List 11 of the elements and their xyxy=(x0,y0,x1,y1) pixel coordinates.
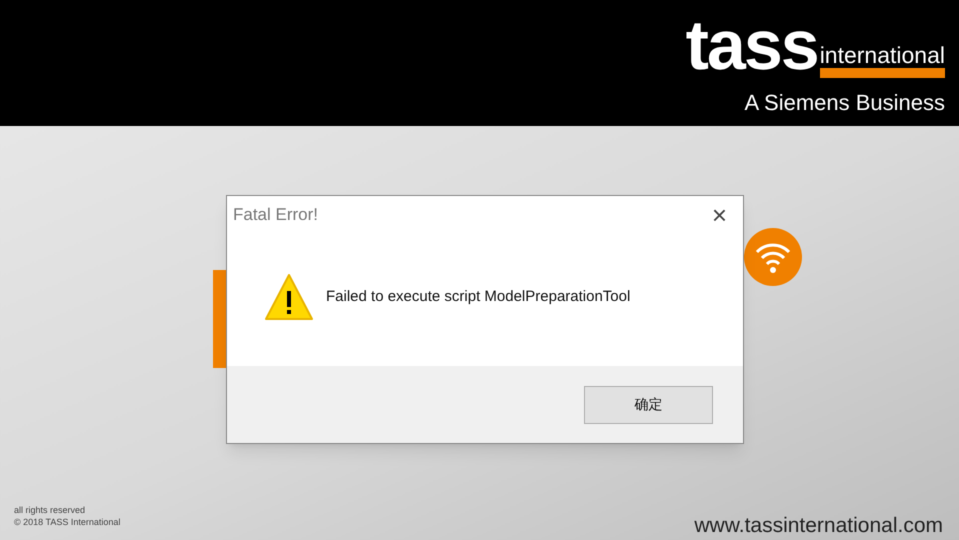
copyright-text: © 2018 TASS International xyxy=(14,516,120,528)
close-button[interactable]: × xyxy=(712,202,727,228)
tagline: A Siemens Business xyxy=(744,89,945,117)
logo-suffix: international xyxy=(820,43,945,78)
ok-button[interactable]: 确定 xyxy=(584,386,713,424)
dialog-title: Fatal Error! xyxy=(233,204,318,226)
website-url: www.tassinternational.com xyxy=(694,513,943,539)
rights-text: all rights reserved xyxy=(14,504,86,516)
logo-wordmark: tass xyxy=(686,10,818,80)
error-message: Failed to execute script ModelPreparationTool xyxy=(326,286,630,307)
warning-icon xyxy=(264,273,314,321)
